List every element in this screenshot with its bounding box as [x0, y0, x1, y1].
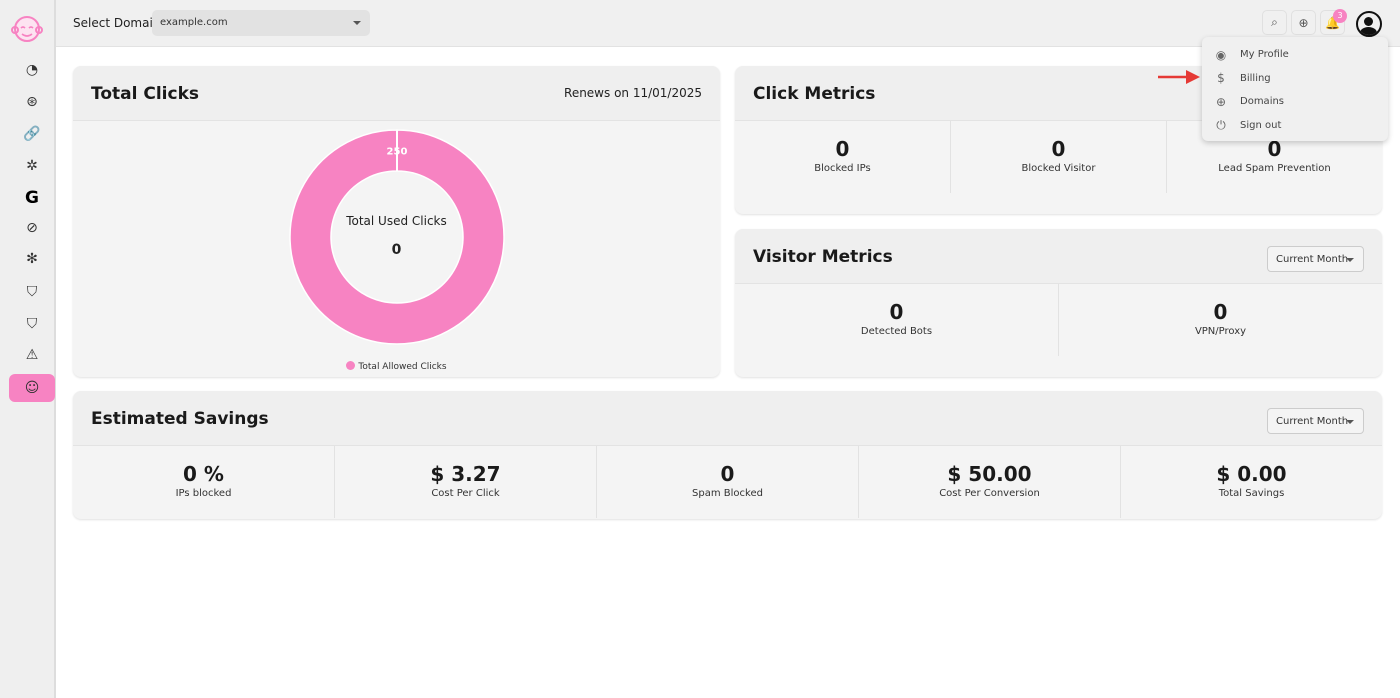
logo[interactable]	[10, 12, 44, 46]
pie-chart-icon: ◔	[25, 62, 39, 78]
metric-label: Lead Spam Prevention	[1218, 163, 1331, 174]
avatar[interactable]	[1356, 11, 1382, 37]
annotation-arrow	[1158, 70, 1200, 84]
block-icon: ⊘	[26, 220, 38, 236]
shield-alert-icon: ⛉	[26, 316, 38, 332]
sidebar-item-link[interactable]: 🔗	[9, 120, 55, 148]
center-value: 0	[391, 242, 402, 258]
visitor-metrics-card: Visitor Metrics Current Month 0 Detected …	[735, 229, 1382, 377]
period-value: Current Month	[1276, 254, 1349, 265]
metric-label: Cost Per Click	[431, 488, 500, 499]
sidebar-item-monkey[interactable]: ☺	[9, 374, 55, 402]
period-dropdown[interactable]: Current Month	[1267, 246, 1364, 272]
metric-value: 0	[1051, 137, 1066, 161]
chevron-down-icon	[1346, 258, 1354, 266]
menu-item-label: My Profile	[1240, 49, 1289, 61]
profile-menu: ◉ My Profile $ Billing ⊕ Domains ⏻ Sign out	[1202, 37, 1388, 141]
metric-value: $ 0.00	[1216, 462, 1287, 486]
sidebar-item-bug[interactable]: ✻	[9, 245, 55, 273]
card-title: Visitor Metrics	[753, 247, 893, 267]
metric-label: VPN/Proxy	[1194, 326, 1247, 337]
metric-value: 0	[889, 300, 904, 324]
period-value: Current Month	[1276, 416, 1349, 427]
menu-item-billing[interactable]: $ Billing	[1202, 67, 1388, 91]
sidebar-item-click[interactable]: ✲	[9, 152, 55, 180]
sidebar: ◔ ⊛ 🔗 ✲ G ⊘ ✻ ⛉ ⛉ ⚠ ☺	[0, 0, 56, 698]
notification-badge: 3	[1333, 9, 1347, 23]
shield-check-icon: ⛉	[26, 284, 38, 300]
monkey-icon: ☺	[24, 380, 40, 396]
metric-label: Cost Per Conversion	[939, 488, 1040, 499]
domain-select[interactable]: example.com	[152, 10, 370, 36]
metric-value: 0	[835, 137, 850, 161]
bug-icon: ✻	[26, 251, 38, 267]
user-circle-icon: ◉	[1215, 47, 1227, 62]
sidebar-item-google[interactable]: G	[9, 184, 55, 212]
sidebar-item-pie-chart[interactable]: ◔	[9, 56, 55, 84]
dashboard-icon: ⊛	[26, 94, 38, 110]
metric-label: Detected Bots	[860, 326, 933, 337]
metric: $ 3.27 Cost Per Click	[335, 446, 597, 518]
metric-value: 0	[720, 462, 735, 486]
menu-item-my-profile[interactable]: ◉ My Profile	[1202, 43, 1388, 67]
metric-label: IPs blocked	[175, 488, 232, 499]
total-clicks-card: Total ClicksRenews on 11/01/2025 250 Tot…	[73, 66, 720, 377]
metric-value: $ 3.27	[430, 462, 501, 486]
menu-item-label: Billing	[1240, 72, 1271, 84]
google-icon: G	[25, 188, 39, 208]
domain-label: Select Domain	[73, 16, 161, 30]
metric: 0 Blocked IPs	[735, 121, 951, 193]
metric: 0 Detected Bots	[735, 284, 1059, 356]
period-dropdown[interactable]: Current Month	[1267, 408, 1364, 434]
metric-value: 0 %	[183, 462, 224, 486]
metric-label: Spam Blocked	[692, 488, 763, 499]
menu-item-label: Domains	[1240, 96, 1285, 108]
menu-item-label: Sign out	[1240, 119, 1282, 131]
sidebar-item-dashboard[interactable]: ⊛	[9, 88, 55, 116]
dollar-icon: $	[1217, 71, 1225, 86]
sidebar-item-shield-alert[interactable]: ⛉	[9, 310, 55, 338]
globe-button[interactable]: ⊕	[1291, 10, 1316, 35]
renew-date: Renews on 11/01/2025	[564, 86, 702, 100]
search-icon: ⌕	[1271, 15, 1278, 29]
chart-legend[interactable]: Total Allowed Clicks	[73, 361, 720, 372]
sidebar-item-block[interactable]: ⊘	[9, 214, 55, 242]
metric: 0 % IPs blocked	[73, 446, 335, 518]
card-title: Total Clicks	[91, 84, 199, 104]
search-button[interactable]: ⌕	[1262, 10, 1287, 35]
globe-icon: ⊕	[1298, 15, 1309, 30]
menu-item-domains[interactable]: ⊕ Domains	[1202, 90, 1388, 114]
legend-label: Total Allowed Clicks	[358, 362, 447, 372]
power-icon: ⏻	[1216, 117, 1226, 132]
metric: 0 Spam Blocked	[597, 446, 859, 518]
topbar: Select Domain example.com	[56, 0, 1400, 47]
globe-icon: ⊕	[1215, 94, 1227, 109]
metric-label: Blocked IPs	[814, 163, 871, 174]
legend-swatch	[346, 361, 356, 370]
metric-value: $ 50.00	[947, 462, 1032, 486]
estimated-savings-card: Estimated Savings Current Month 0 % IPs b…	[73, 391, 1382, 519]
metric-label: Total Savings	[1218, 488, 1285, 499]
metric: 0 VPN/Proxy	[1059, 284, 1382, 356]
domain-value: example.com	[160, 17, 228, 28]
metric-label: Blocked Visitor	[1021, 163, 1096, 174]
chevron-down-icon	[353, 21, 361, 29]
center-label: Total Used Clicks	[346, 214, 447, 228]
sidebar-item-shield-check[interactable]: ⛉	[9, 278, 55, 306]
click-icon: ✲	[26, 158, 38, 174]
sidebar-item-warning[interactable]: ⚠	[9, 341, 55, 369]
card-title: Click Metrics	[753, 84, 876, 104]
link-icon: 🔗	[23, 126, 41, 142]
metric: $ 0.00 Total Savings	[1121, 446, 1382, 518]
menu-item-sign-out[interactable]: ⏻ Sign out	[1202, 114, 1388, 138]
metric: 0 Blocked Visitor	[951, 121, 1167, 193]
metric: $ 50.00 Cost Per Conversion	[859, 446, 1121, 518]
metric-value: 0	[1213, 300, 1228, 324]
chevron-down-icon	[1346, 420, 1354, 428]
card-title: Estimated Savings	[91, 409, 269, 429]
warning-icon: ⚠	[25, 347, 39, 363]
